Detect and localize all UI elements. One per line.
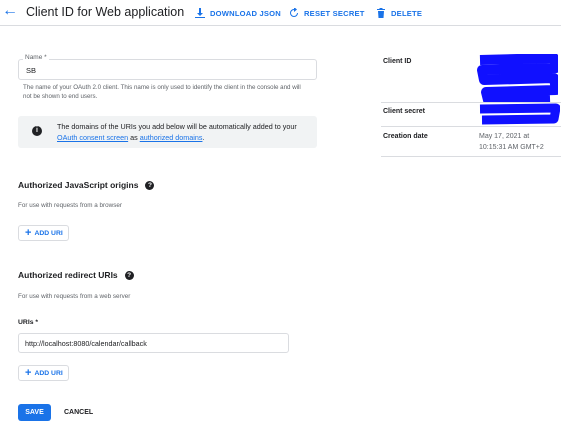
redirect-uri-input[interactable] <box>18 333 289 353</box>
authorized-domains-link[interactable]: authorized domains <box>140 133 203 142</box>
info-text-mid: as <box>128 133 140 142</box>
redirect-uris-title: Authorized redirect URIs ? <box>18 270 134 280</box>
client-secret-label: Client secret <box>383 108 426 115</box>
js-origins-title: Authorized JavaScript origins ? <box>18 180 155 190</box>
reset-secret-button[interactable]: RESET SECRET <box>289 6 365 20</box>
client-id-label: Client ID <box>383 58 412 65</box>
delete-label: DELETE <box>391 8 423 18</box>
refresh-icon <box>290 8 298 17</box>
name-field-label: Name * <box>23 54 49 61</box>
panel-divider <box>381 156 561 157</box>
download-json-button[interactable]: DOWNLOAD JSON <box>195 6 281 20</box>
add-redirect-uri-button[interactable]: + ADD URI <box>18 365 69 381</box>
add-uri-label: ADD URI <box>34 229 63 237</box>
cancel-button[interactable]: CANCEL <box>64 404 93 421</box>
name-helper-text: The name of your OAuth 2.0 client. This … <box>23 84 301 100</box>
name-field[interactable] <box>18 59 317 80</box>
plus-icon: + <box>25 367 32 379</box>
save-button[interactable]: SAVE <box>18 404 51 421</box>
reset-secret-label: RESET SECRET <box>304 8 365 18</box>
name-field-value[interactable]: SB <box>26 66 36 75</box>
js-origins-title-text: Authorized JavaScript origins <box>18 180 139 190</box>
delete-button[interactable]: DELETE <box>376 6 422 20</box>
uris-label: URIs * <box>18 319 39 326</box>
info-text-end: . <box>202 133 205 142</box>
page-title: Client ID for Web application <box>26 5 185 19</box>
client-id-redaction <box>477 54 558 102</box>
creation-date-line1: May 17, 2021 at <box>479 133 530 140</box>
help-icon[interactable]: ? <box>145 180 155 190</box>
arrow-back-icon[interactable]: ← <box>2 2 18 20</box>
creation-date-label: Creation date <box>383 133 428 140</box>
info-icon: i <box>32 126 42 136</box>
creation-date-line2: 10:15:31 AM GMT+2 <box>479 144 544 151</box>
download-json-label: DOWNLOAD JSON <box>210 8 281 18</box>
creation-date-value: May 17, 2021 at 10:15:31 AM GMT+2 <box>479 131 561 153</box>
add-js-origin-uri-button[interactable]: + ADD URI <box>18 225 69 241</box>
info-text-start: The domains of the URIs you add below wi… <box>57 122 297 131</box>
plus-icon: + <box>25 227 32 239</box>
info-banner-text: The domains of the URIs you add below wi… <box>57 121 307 143</box>
redirect-uris-title-text: Authorized redirect URIs <box>18 270 118 280</box>
oauth-consent-screen-link[interactable]: OAuth consent screen <box>57 133 128 142</box>
top-app-bar: ← Client ID for Web application DOWNLOAD… <box>0 0 561 26</box>
js-origins-subtitle: For use with requests from a browser <box>18 202 122 209</box>
panel-divider <box>381 126 561 127</box>
info-banner: i The domains of the URIs you add below … <box>18 116 317 148</box>
redirect-uris-subtitle: For use with requests from a web server <box>18 293 131 300</box>
add-uri-label: ADD URI <box>34 369 63 377</box>
client-secret-redaction <box>479 103 560 125</box>
download-icon <box>195 8 205 18</box>
trash-icon <box>377 8 385 18</box>
help-icon[interactable]: ? <box>124 270 134 280</box>
